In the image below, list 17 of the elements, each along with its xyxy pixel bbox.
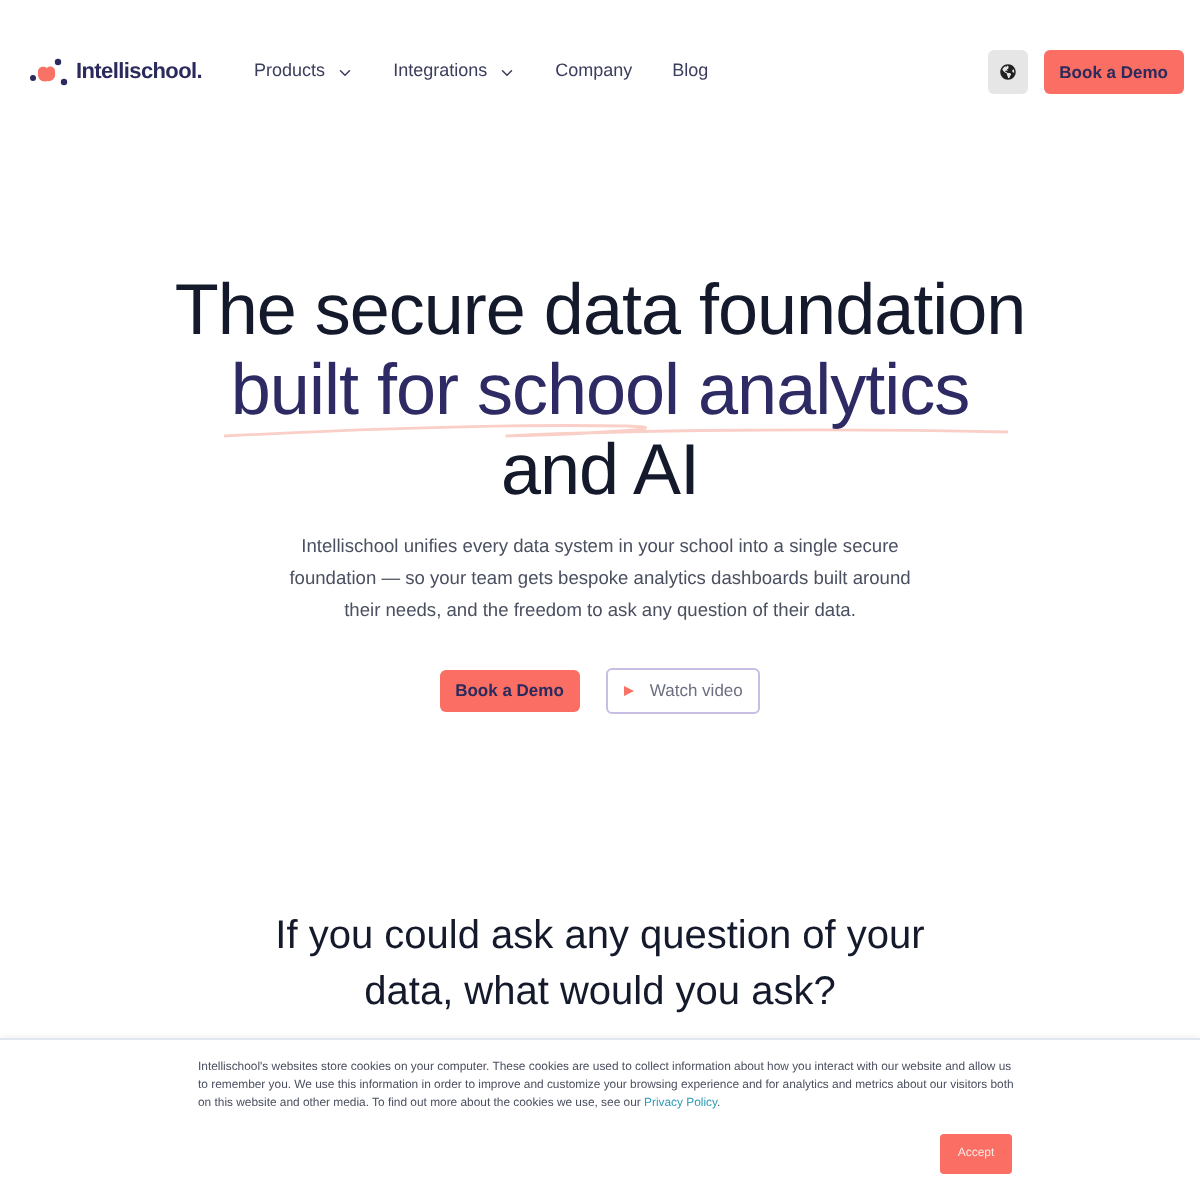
book-demo-button[interactable]: Book a Demo bbox=[1043, 50, 1184, 94]
logo-icon bbox=[30, 58, 68, 86]
nav-link[interactable]: Blog bbox=[672, 58, 709, 86]
nav-link[interactable]: Integrations bbox=[393, 58, 516, 86]
hero-heading-line: built for school analytics bbox=[230, 348, 970, 430]
language-button[interactable] bbox=[987, 50, 1028, 94]
nav-link[interactable]: Products bbox=[254, 58, 354, 86]
watch-video-button[interactable]: Watch video bbox=[605, 668, 761, 714]
hero-heading-line: The secure data foundation bbox=[174, 268, 1026, 350]
hero-heading-line: and AI bbox=[500, 428, 700, 510]
nav-link[interactable]: Company bbox=[555, 58, 633, 86]
book-demo-button[interactable]: Book a Demo bbox=[439, 670, 580, 712]
hero-description: Intellischool unifies every data system in your school into a single secure foundation — so your team gets bespoke analytics dashboards built around their needs, and the freedom to ask any question of their data. bbox=[287, 534, 913, 624]
logo-wordmark[interactable]: Intellischool. bbox=[76, 55, 203, 89]
globe-icon bbox=[999, 64, 1016, 80]
section-heading: If you could ask any question of your data, what would you ask? bbox=[273, 912, 927, 1018]
play-icon bbox=[623, 686, 634, 696]
